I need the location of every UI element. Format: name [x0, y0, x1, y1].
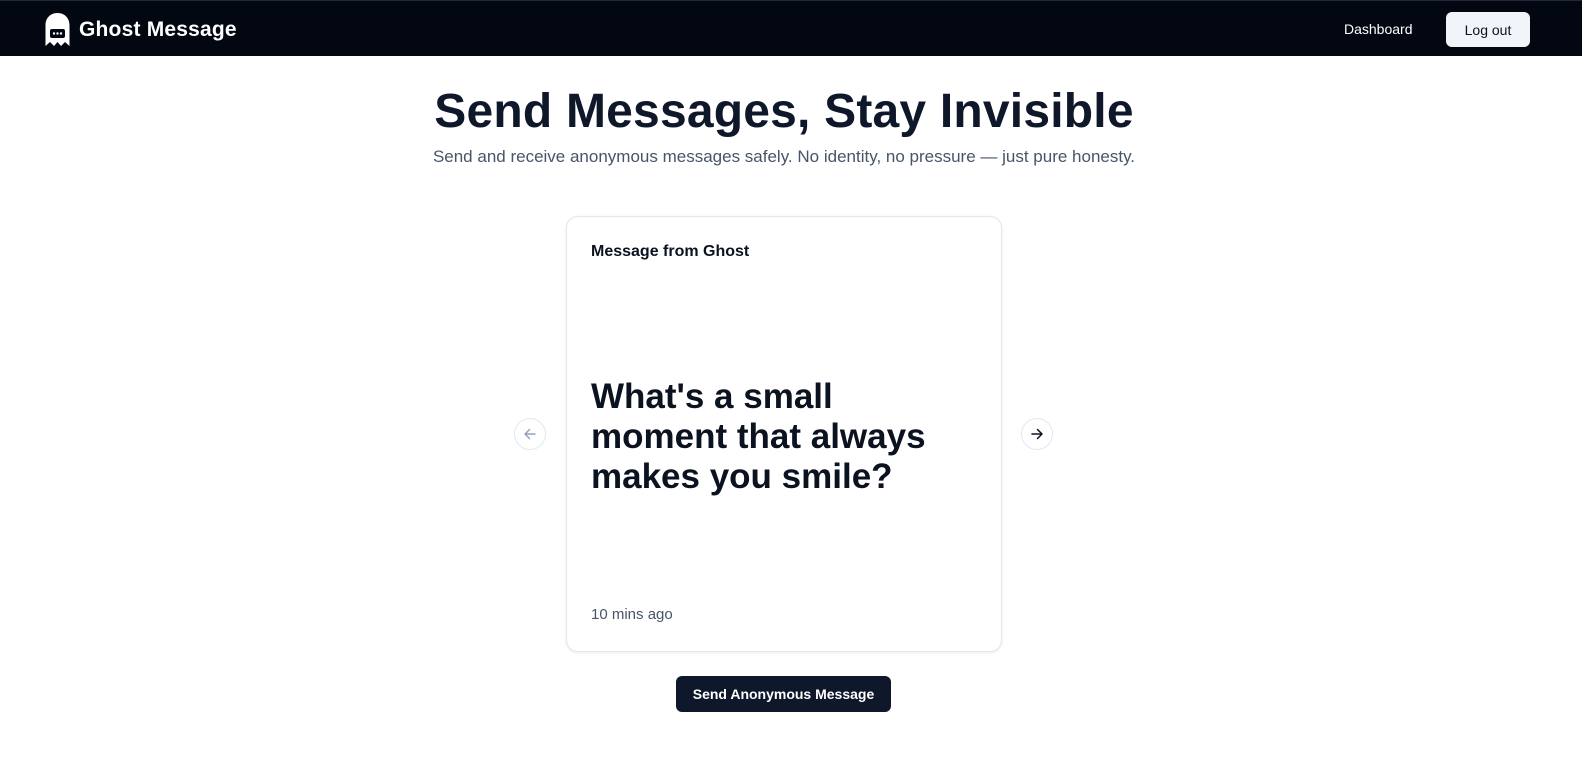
hero-subtitle: Send and receive anonymous messages safe… — [432, 147, 1136, 166]
message-timestamp: 10 mins ago — [591, 606, 673, 623]
message-content: What's a small moment that always makes … — [591, 377, 926, 496]
arrow-left-icon — [524, 428, 536, 440]
brand[interactable]: Ghost Message — [44, 12, 237, 48]
carousel-prev-button[interactable] — [514, 418, 546, 450]
navbar: Ghost Message Dashboard Log out — [0, 0, 1582, 56]
message-card: Message from Ghost What's a small moment… — [566, 216, 1002, 652]
hero-title: Send Messages, Stay Invisible — [434, 85, 1134, 138]
arrow-right-icon — [1031, 428, 1043, 440]
dashboard-link[interactable]: Dashboard — [1330, 17, 1427, 41]
ghost-chat-icon — [45, 13, 70, 46]
message-card-header: Message from Ghost — [591, 243, 750, 260]
logout-button[interactable]: Log out — [1446, 12, 1530, 47]
brand-name: Ghost Message — [79, 18, 237, 41]
send-anonymous-message-button[interactable]: Send Anonymous Message — [676, 676, 891, 712]
carousel-next-button[interactable] — [1021, 418, 1053, 450]
